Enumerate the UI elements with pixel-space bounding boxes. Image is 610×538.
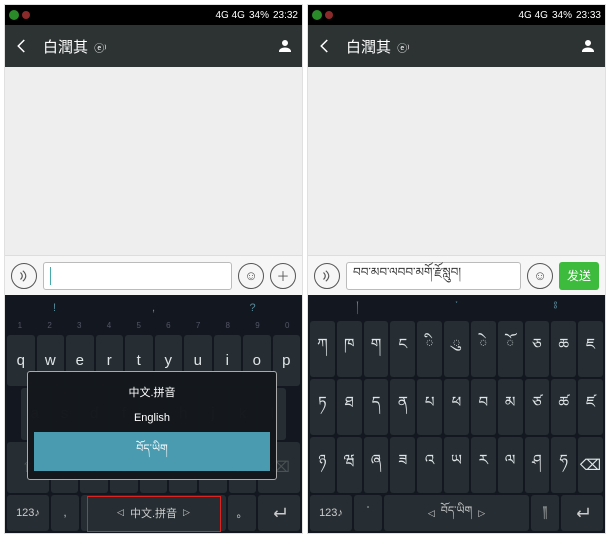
phone-right: 4G 4G 34% 23:33 白潤其 ⓔ⁾ བབ་མབ་ལབབ་མགོ་རྫོ… — [307, 4, 606, 534]
clock: 23:32 — [273, 10, 298, 21]
tib-key[interactable]: ཐ — [337, 379, 362, 435]
tib-key[interactable]: འ — [417, 437, 442, 493]
send-button[interactable]: 发送 — [559, 262, 599, 290]
emoji-button[interactable]: ☺ — [238, 263, 264, 289]
tib-key[interactable]: ཞ — [364, 437, 389, 493]
tib-key[interactable]: ཝ — [337, 437, 362, 493]
tib-key[interactable]: ད — [364, 379, 389, 435]
status-dot-red — [325, 11, 333, 19]
tib-key[interactable]: ཅ — [525, 321, 550, 377]
chat-area[interactable] — [308, 67, 605, 255]
tsheg-key[interactable]: ་ — [354, 495, 382, 531]
symbols-key[interactable]: 123♪ — [310, 495, 352, 531]
keyboard: ! , ? 1 2 3 4 5 6 7 8 9 0 q w e r t — [5, 295, 302, 533]
status-dot-green — [9, 10, 19, 20]
chat-header: 白潤其 ⓔ⁾ — [308, 25, 605, 67]
tib-key[interactable]: ར — [471, 437, 496, 493]
tib-key[interactable]: ཉ — [310, 437, 335, 493]
tib-key[interactable]: ཛ — [578, 379, 603, 435]
voice-button[interactable] — [11, 263, 37, 289]
message-input[interactable]: བབ་མབ་ལབབ་མགོ་རྫོསླུབ། — [346, 262, 521, 290]
hint-key[interactable]: , — [104, 295, 203, 321]
tib-key[interactable]: ི — [417, 321, 442, 377]
lang-option-english[interactable]: English — [34, 408, 270, 428]
hint-key[interactable]: ། — [308, 295, 407, 321]
earpiece-icon: ⓔ⁾ — [397, 44, 409, 55]
battery-pct: 34% — [552, 10, 572, 21]
tib-key[interactable]: ཇ — [578, 321, 603, 377]
language-popup: 中文.拼音 English བོད་ཡིག — [27, 371, 277, 480]
profile-button[interactable] — [276, 37, 294, 55]
add-button[interactable]: ＋ — [270, 263, 296, 289]
signal-label: 4G 4G — [518, 10, 547, 21]
chat-header: 白潤其 ⓔ⁾ — [5, 25, 302, 67]
hint-key[interactable]: ཿ — [506, 295, 605, 321]
tib-key[interactable]: ཏ — [310, 379, 335, 435]
period-key[interactable]: 。 — [228, 495, 256, 531]
tib-key[interactable]: མ — [498, 379, 523, 435]
tib-key[interactable]: ཚ — [551, 379, 576, 435]
status-dot-green — [312, 10, 322, 20]
enter-key[interactable] — [561, 495, 603, 531]
shad-key[interactable]: ༎ — [531, 495, 559, 531]
backspace-key[interactable]: ⌫ — [578, 437, 603, 493]
chat-title: 白潤其 — [346, 39, 391, 56]
hint-key[interactable]: ! — [5, 295, 104, 321]
hint-key[interactable]: ་ — [407, 295, 506, 321]
tib-key[interactable]: ཡ — [444, 437, 469, 493]
voice-button[interactable] — [314, 263, 340, 289]
tib-key[interactable]: ཀ — [310, 321, 335, 377]
tib-key[interactable]: པ — [417, 379, 442, 435]
enter-key[interactable] — [258, 495, 300, 531]
status-dot-red — [22, 11, 30, 19]
phone-left: 4G 4G 34% 23:32 白潤其 ⓔ⁾ ☺ ＋ — [4, 4, 303, 534]
back-button[interactable] — [316, 37, 336, 55]
tib-key[interactable]: ེ — [471, 321, 496, 377]
tib-key[interactable]: ཕ — [444, 379, 469, 435]
hint-key[interactable]: ? — [203, 295, 302, 321]
input-bar: བབ་མབ་ལབབ་མགོ་རྫོསླུབ། ☺ 发送 — [308, 255, 605, 295]
tib-key[interactable]: ལ — [498, 437, 523, 493]
tib-key[interactable]: ཟ — [390, 437, 415, 493]
highlight-box — [87, 496, 221, 532]
tib-key[interactable]: ུ — [444, 321, 469, 377]
chat-area[interactable] — [5, 67, 302, 255]
earpiece-icon: ⓔ⁾ — [94, 44, 106, 55]
tib-key[interactable]: ོ — [498, 321, 523, 377]
back-button[interactable] — [13, 37, 33, 55]
lang-option-pinyin[interactable]: 中文.拼音 — [34, 380, 270, 404]
signal-label: 4G 4G — [215, 10, 244, 21]
tib-key[interactable]: ན — [390, 379, 415, 435]
symbols-key[interactable]: 123♪ — [7, 495, 49, 531]
keyboard: ། ་ ཿ ཀ ཁ ག ང ི ུ ེ ོ ཅ ཆ ཇ ཏ ཐ ད ན — [308, 295, 605, 533]
spacebar[interactable]: ◁ བོད་ཡིག ▷ — [384, 495, 529, 531]
chat-title: 白潤其 — [43, 39, 88, 56]
tib-key[interactable]: ག — [364, 321, 389, 377]
tib-key[interactable]: ཆ — [551, 321, 576, 377]
tib-key[interactable]: བ — [471, 379, 496, 435]
tib-key[interactable]: ང — [390, 321, 415, 377]
battery-pct: 34% — [249, 10, 269, 21]
tib-key[interactable]: ཧ — [551, 437, 576, 493]
tib-key[interactable]: ཙ — [525, 379, 550, 435]
comma-key[interactable]: , — [51, 495, 79, 531]
status-bar: 4G 4G 34% 23:33 — [308, 5, 605, 25]
message-input[interactable] — [43, 262, 232, 290]
status-bar: 4G 4G 34% 23:32 — [5, 5, 302, 25]
clock: 23:33 — [576, 10, 601, 21]
tib-key[interactable]: ཁ — [337, 321, 362, 377]
profile-button[interactable] — [579, 37, 597, 55]
emoji-button[interactable]: ☺ — [527, 263, 553, 289]
tib-key[interactable]: ཤ — [525, 437, 550, 493]
input-bar: ☺ ＋ — [5, 255, 302, 295]
lang-option-tibetan[interactable]: བོད་ཡིག — [34, 432, 270, 471]
